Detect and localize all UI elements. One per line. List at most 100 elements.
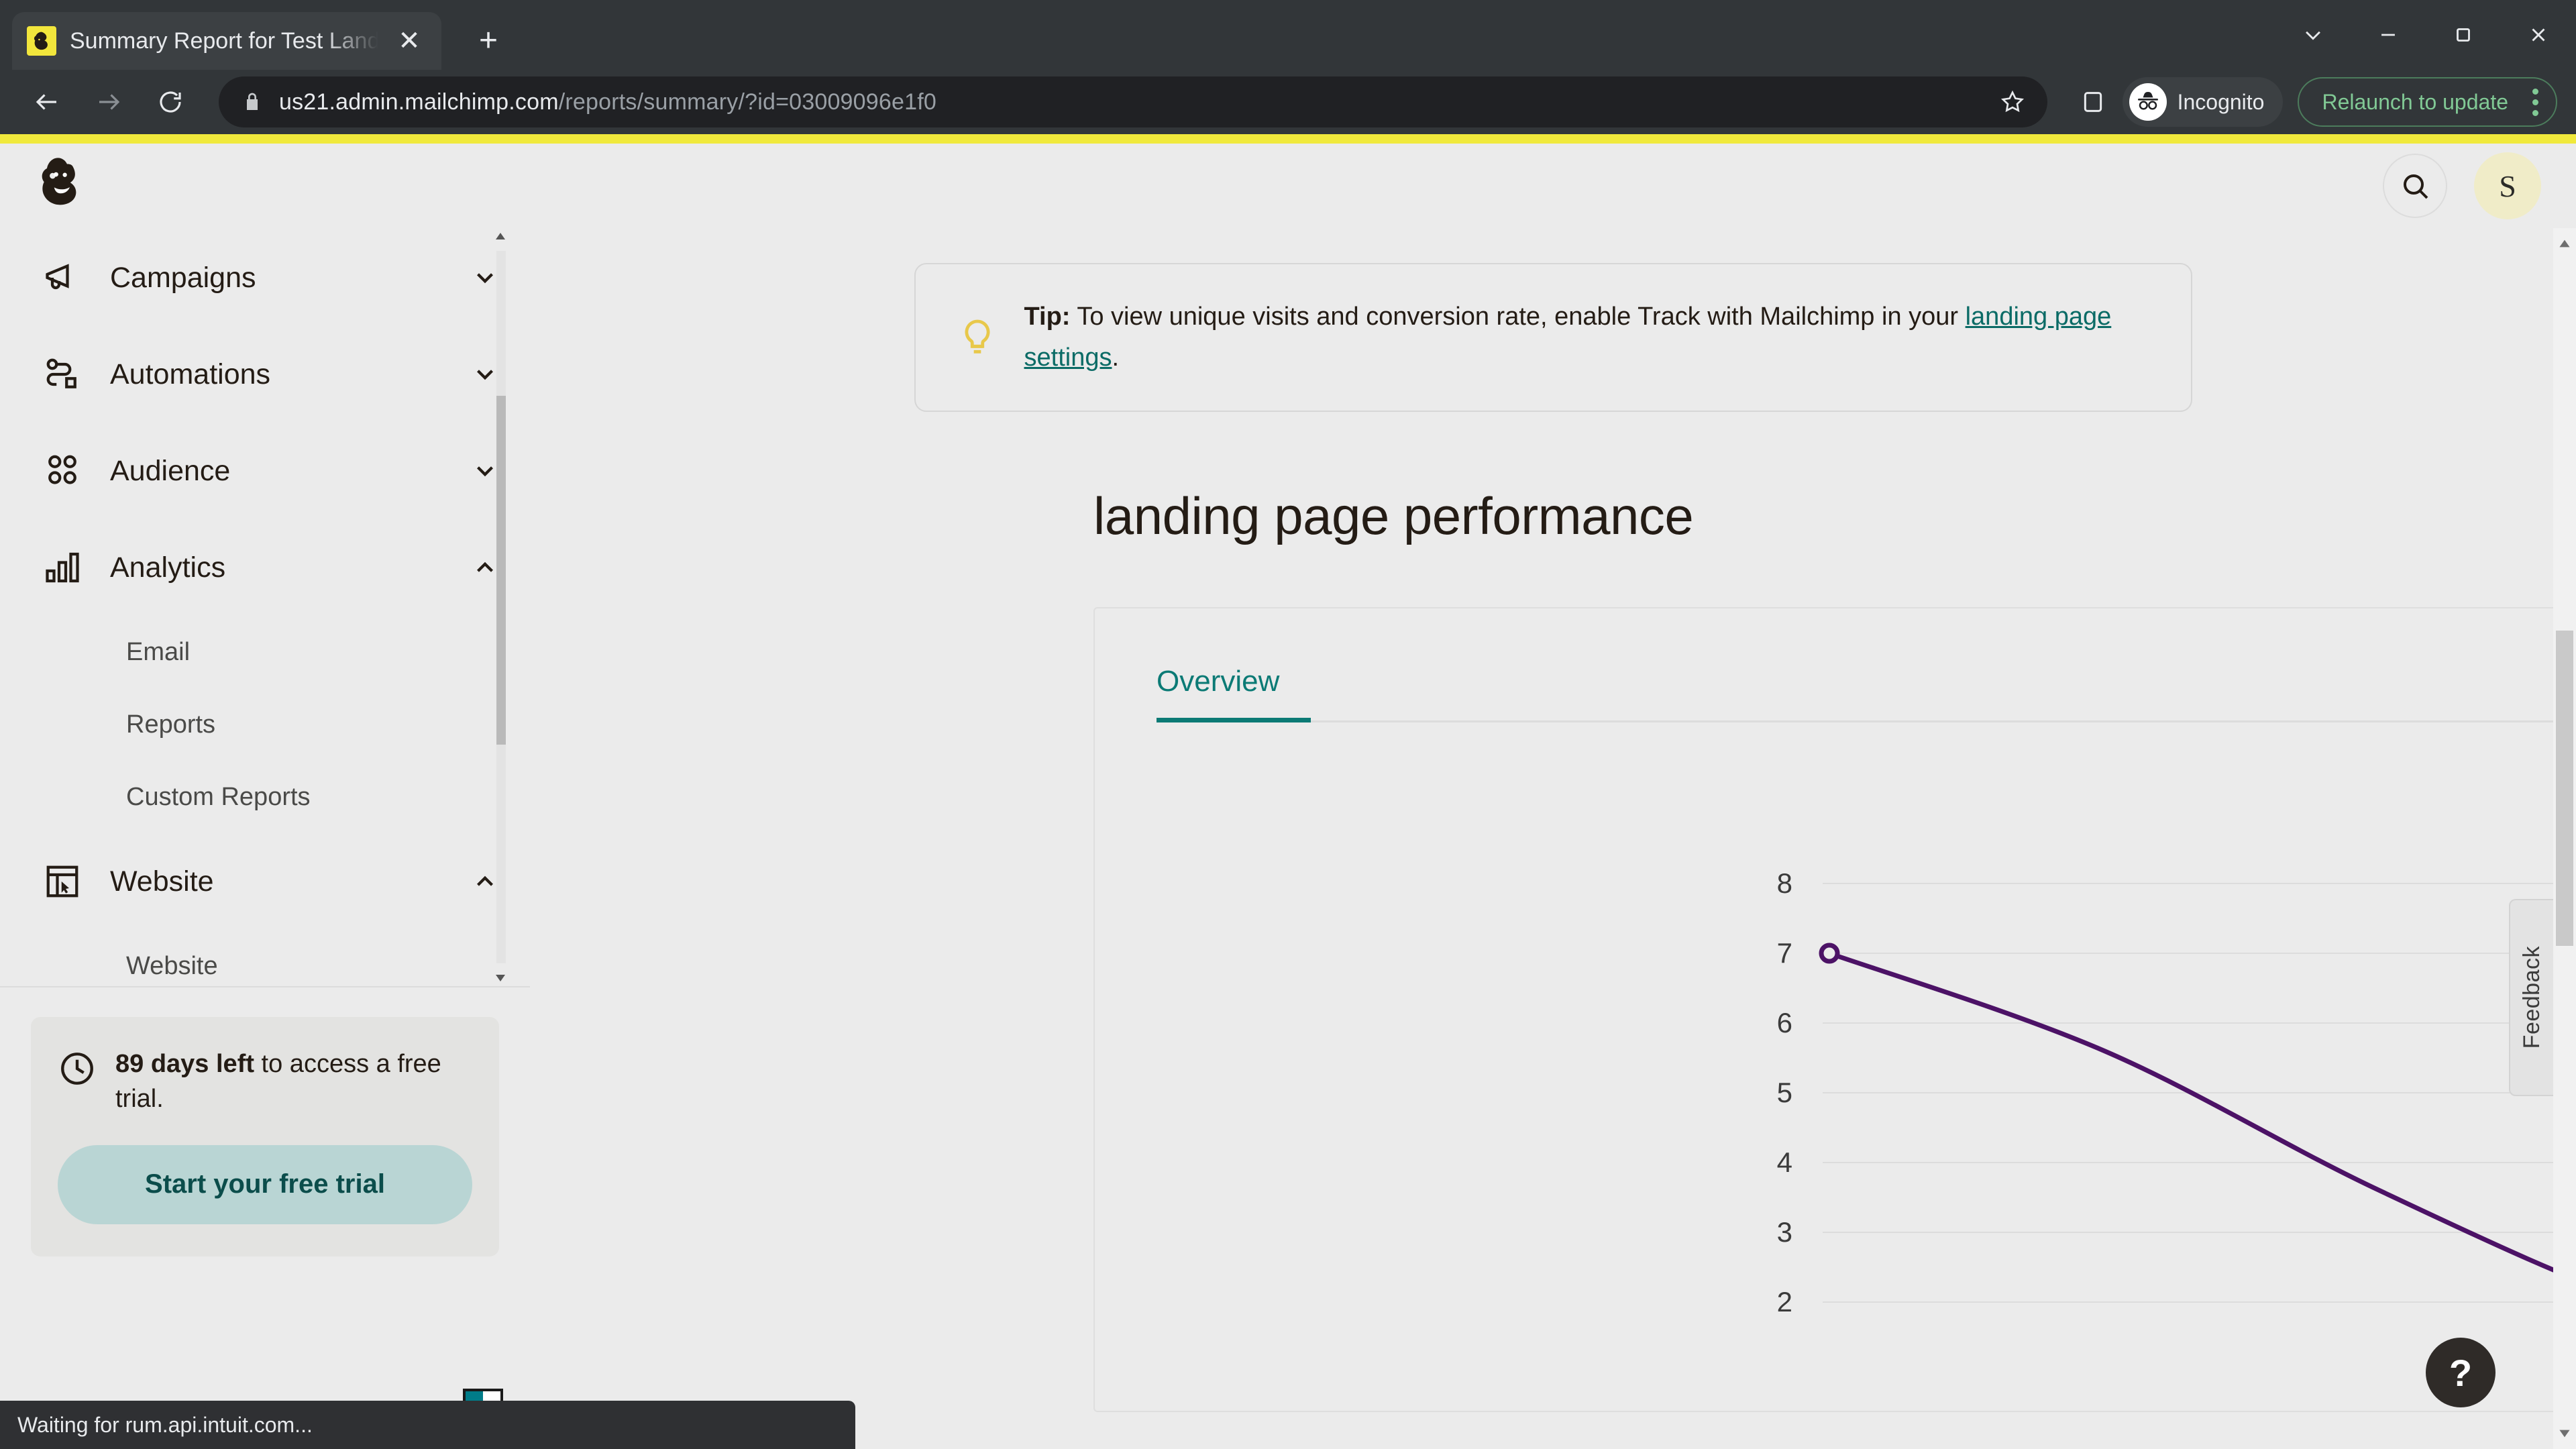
sidebar-subitem-label: Website [126,951,218,980]
tip-banner: Tip: To view unique visits and conversio… [914,263,2192,412]
feedback-label: Feedback [2518,946,2544,1049]
url-host: us21.admin.mailchimp.com [279,89,559,115]
relaunch-to-update-button[interactable]: Relaunch to update [2298,77,2557,127]
tab-overview[interactable]: Overview [1157,665,1279,716]
sidebar-subitem-custom-reports[interactable]: Custom Reports [0,761,530,833]
chevron-down-icon[interactable] [2275,0,2351,70]
tabs-underline [1157,720,2576,722]
sidebar-subitem-label: Email [126,637,191,666]
scroll-up-icon[interactable] [2553,232,2576,255]
sidebar-scrollbar[interactable] [492,228,508,986]
forward-arrow-icon[interactable] [80,74,137,130]
series-line-clicks [1827,951,2576,1282]
star-icon[interactable] [1999,89,2026,115]
trial-days-left: 89 days left [115,1050,254,1078]
scroll-down-icon[interactable] [2553,1422,2576,1445]
sidebar-subitem-reports[interactable]: Reports [0,688,530,761]
browser-toolbar: us21.admin.mailchimp.com/reports/summary… [0,70,2576,134]
back-arrow-icon[interactable] [19,74,75,130]
card-tabs: Overview [1157,665,2576,722]
scroll-up-icon[interactable] [492,228,508,244]
automation-flow-icon [42,354,83,395]
lightbulb-icon [956,316,999,359]
avatar[interactable]: S [2474,152,2541,219]
sidebar-item-label: Analytics [110,551,226,584]
tab-close-icon[interactable]: ✕ [392,23,427,58]
sidebar-item-label: Website [110,865,214,898]
header-actions: S [2383,152,2541,219]
megaphone-icon [42,257,83,299]
scrollbar-thumb[interactable] [2556,631,2573,946]
new-tab-button[interactable]: + [463,15,514,66]
minimize-icon[interactable] [2351,0,2426,70]
incognito-label: Incognito [2177,89,2265,114]
y-axis-tick-label: 8 [1777,867,1792,899]
line-chart: 8 7 6 5 4 3 2 [1095,863,2576,1411]
sidebar-subitem-email[interactable]: Email [0,616,530,688]
website-window-icon [42,861,83,902]
window-controls [2275,0,2576,70]
tip-label: Tip: [1024,303,1071,331]
page-scrollbar[interactable] [2553,228,2576,1449]
sidebar-item-automations[interactable]: Automations [0,326,530,423]
sidebar-nav: Campaigns Automations Audience Analytics… [0,228,530,986]
incognito-icon [2129,83,2167,121]
performance-card: Overview Visits Clicks [1093,606,2576,1412]
page-viewport: S Campaigns Automations Audience Analyti… [0,134,2576,1449]
free-trial-card: 89 days left to access a free trial. Sta… [31,1017,499,1256]
relaunch-label: Relaunch to update [2322,89,2508,114]
side-panel-icon[interactable] [2068,76,2118,127]
y-axis-tick-label: 2 [1777,1286,1792,1318]
sidebar-item-campaigns[interactable]: Campaigns [0,229,530,326]
tab-active-indicator [1157,717,1311,722]
help-button[interactable]: ? [2426,1338,2496,1407]
page-body: Campaigns Automations Audience Analytics… [0,228,2576,1449]
kebab-menu-icon[interactable] [2524,88,2546,116]
scroll-down-icon[interactable] [492,970,508,986]
url-path: /reports/summary/?id=03009096e1f0 [558,89,936,115]
mailchimp-favicon-icon [27,26,56,56]
start-free-trial-button[interactable]: Start your free trial [58,1144,472,1224]
status-bar: Waiting for rum.api.intuit.com... [0,1401,855,1449]
mailchimp-freddie-logo-icon[interactable] [25,150,97,221]
browser-window: Summary Report for Test Landin ✕ + us21.… [0,0,2576,1449]
app-header: S [0,144,2576,228]
y-axis-tick-label: 7 [1777,937,1792,969]
brand-accent-bar [0,134,2576,144]
bar-chart-icon [42,547,83,588]
url-text: us21.admin.mailchimp.com/reports/summary… [279,89,936,115]
people-icon [42,450,83,492]
page-title: landing page performance [1093,486,1694,545]
sidebar-divider [0,986,530,987]
data-point-marker[interactable] [1819,943,1840,964]
sidebar-item-audience[interactable]: Audience [0,423,530,519]
sidebar-item-analytics[interactable]: Analytics [0,519,530,616]
trial-text: 89 days left to access a free trial. [115,1046,472,1117]
sidebar-subitem-website[interactable]: Website [0,930,530,986]
y-axis-tick-label: 4 [1777,1146,1792,1178]
sidebar-item-website[interactable]: Website [0,833,530,930]
tab-title: Summary Report for Test Landin [70,28,378,54]
sidebar-subitem-label: Reports [126,710,216,739]
incognito-profile-chip[interactable]: Incognito [2122,77,2284,127]
scrollbar-thumb[interactable] [496,396,506,745]
trial-message: 89 days left to access a free trial. [58,1046,472,1117]
sidebar-subitem-label: Custom Reports [126,782,311,811]
y-axis-tick-label: 3 [1777,1216,1792,1248]
reload-icon[interactable] [142,74,199,130]
tip-period: . [1112,343,1120,372]
sidebar-item-label: Automations [110,358,271,390]
sidebar: Campaigns Automations Audience Analytics… [0,228,530,1449]
tip-body: To view unique visits and conversion rat… [1070,303,1966,331]
restore-icon[interactable] [2426,0,2501,70]
y-axis-tick-label: 5 [1777,1077,1792,1108]
sidebar-item-label: Campaigns [110,261,256,294]
address-bar[interactable]: us21.admin.mailchimp.com/reports/summary… [219,76,2047,127]
feedback-tab[interactable]: Feedback [2509,899,2553,1096]
close-icon[interactable] [2501,0,2576,70]
y-axis-tick-label: 6 [1777,1007,1792,1038]
browser-tab[interactable]: Summary Report for Test Landin ✕ [12,12,441,70]
sidebar-item-label: Audience [110,454,231,487]
toolbar-right: Incognito Relaunch to update [2068,76,2557,127]
search-icon[interactable] [2383,154,2447,218]
